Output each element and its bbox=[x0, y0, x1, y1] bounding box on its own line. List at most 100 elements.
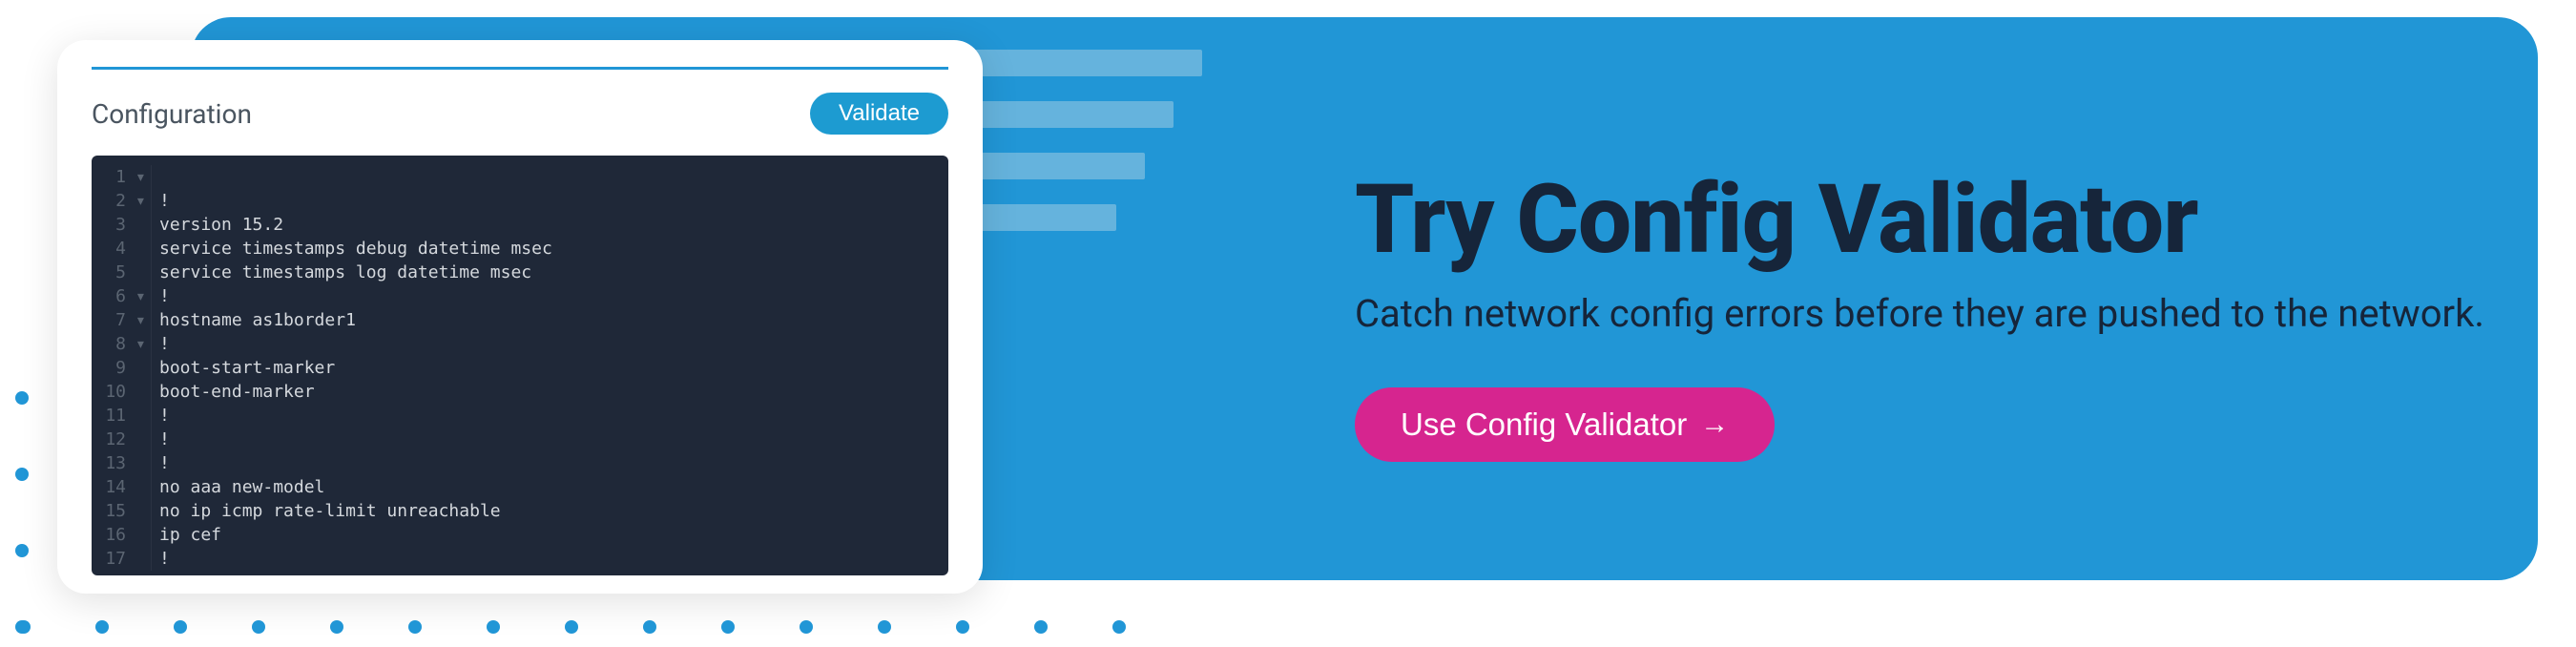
code-line[interactable]: 8▾! bbox=[92, 332, 948, 356]
fold-toggle-icon bbox=[135, 237, 151, 261]
code-text: version 15.2 bbox=[151, 213, 283, 237]
fold-toggle-icon bbox=[135, 523, 151, 547]
dot-icon bbox=[956, 620, 969, 634]
code-line[interactable]: 9 boot-start-marker bbox=[92, 356, 948, 380]
fold-toggle-icon bbox=[135, 404, 151, 428]
code-line[interactable]: 10 boot-end-marker bbox=[92, 380, 948, 404]
fold-toggle-icon[interactable]: ▾ bbox=[135, 308, 151, 332]
code-text: no aaa new-model bbox=[151, 475, 324, 499]
fold-toggle-icon bbox=[135, 213, 151, 237]
code-text: ip cef bbox=[151, 523, 221, 547]
config-editor-card: Configuration Validate 1▾2▾!3version 15.… bbox=[57, 40, 983, 594]
fold-toggle-icon[interactable]: ▾ bbox=[135, 332, 151, 356]
code-line[interactable]: 14 no aaa new-model bbox=[92, 475, 948, 499]
dot-icon bbox=[800, 620, 813, 634]
code-text: no ip icmp rate-limit unreachable bbox=[151, 499, 501, 523]
line-number: 10 bbox=[92, 380, 135, 404]
code-text: ! bbox=[151, 189, 170, 213]
use-config-validator-button[interactable]: Use Config Validator → bbox=[1355, 387, 1775, 462]
code-text: ! bbox=[151, 404, 170, 428]
line-number: 4 bbox=[92, 237, 135, 261]
dot-icon bbox=[643, 620, 656, 634]
line-number: 12 bbox=[92, 428, 135, 451]
card-header: Configuration Validate bbox=[92, 93, 948, 135]
code-line[interactable]: 2▾! bbox=[92, 189, 948, 213]
dot-icon bbox=[408, 620, 422, 634]
line-number: 15 bbox=[92, 499, 135, 523]
dot-icon bbox=[15, 544, 29, 557]
code-editor[interactable]: 1▾2▾!3version 15.24service timestamps de… bbox=[92, 156, 948, 575]
validate-button[interactable]: Validate bbox=[810, 93, 948, 135]
code-line[interactable]: 5 service timestamps log datetime msec bbox=[92, 261, 948, 284]
line-number: 8 bbox=[92, 332, 135, 356]
decorative-dots-horizontal bbox=[17, 620, 1126, 634]
fold-toggle-icon bbox=[135, 547, 151, 571]
dot-icon bbox=[1112, 620, 1126, 634]
fold-toggle-icon[interactable]: ▾ bbox=[135, 165, 151, 189]
line-number: 2 bbox=[92, 189, 135, 213]
dot-icon bbox=[1034, 620, 1048, 634]
arrow-right-icon: → bbox=[1700, 408, 1729, 441]
cta-label: Use Config Validator bbox=[1401, 407, 1687, 443]
code-line[interactable]: 4 service timestamps debug datetime msec bbox=[92, 237, 948, 261]
line-number: 5 bbox=[92, 261, 135, 284]
code-text: ! bbox=[151, 332, 170, 356]
headline: Try Config Validator bbox=[1355, 170, 2484, 270]
fold-toggle-icon bbox=[135, 261, 151, 284]
line-number: 1 bbox=[92, 165, 135, 189]
code-line[interactable]: 11! bbox=[92, 404, 948, 428]
code-text: boot-end-marker bbox=[151, 380, 315, 404]
dot-icon bbox=[174, 620, 187, 634]
line-number: 14 bbox=[92, 475, 135, 499]
fold-toggle-icon bbox=[135, 380, 151, 404]
code-text: ! bbox=[151, 451, 170, 475]
line-number: 3 bbox=[92, 213, 135, 237]
code-text: ! bbox=[151, 547, 170, 571]
fold-toggle-icon[interactable]: ▾ bbox=[135, 284, 151, 308]
code-line[interactable]: 17! bbox=[92, 547, 948, 571]
fold-toggle-icon bbox=[135, 499, 151, 523]
line-number: 13 bbox=[92, 451, 135, 475]
code-text: hostname as1border1 bbox=[151, 308, 356, 332]
dot-icon bbox=[565, 620, 578, 634]
dot-icon bbox=[721, 620, 735, 634]
code-line[interactable]: 3 version 15.2 bbox=[92, 213, 948, 237]
dot-icon bbox=[487, 620, 500, 634]
code-line[interactable]: 7▾hostname as1border1 bbox=[92, 308, 948, 332]
dot-icon bbox=[330, 620, 343, 634]
code-line[interactable]: 16 ip cef bbox=[92, 523, 948, 547]
fold-toggle-icon bbox=[135, 451, 151, 475]
dot-icon bbox=[252, 620, 265, 634]
line-number: 16 bbox=[92, 523, 135, 547]
dot-icon bbox=[17, 620, 31, 634]
code-line[interactable]: 6▾! bbox=[92, 284, 948, 308]
code-line[interactable]: 1▾ bbox=[92, 165, 948, 189]
code-line[interactable]: 15 no ip icmp rate-limit unreachable bbox=[92, 499, 948, 523]
line-number: 6 bbox=[92, 284, 135, 308]
line-number: 7 bbox=[92, 308, 135, 332]
code-text: service timestamps log datetime msec bbox=[151, 261, 531, 284]
dot-icon bbox=[15, 468, 29, 481]
code-text: ! bbox=[151, 428, 170, 451]
code-text: service timestamps debug datetime msec bbox=[151, 237, 552, 261]
code-line[interactable]: 12! bbox=[92, 428, 948, 451]
line-number: 17 bbox=[92, 547, 135, 571]
dot-icon bbox=[15, 391, 29, 405]
decorative-dots-vertical bbox=[15, 391, 29, 634]
fold-toggle-icon bbox=[135, 428, 151, 451]
line-number: 11 bbox=[92, 404, 135, 428]
banner-content: Try Config Validator Catch network confi… bbox=[1355, 170, 2484, 462]
code-line[interactable]: 13! bbox=[92, 451, 948, 475]
line-number: 9 bbox=[92, 356, 135, 380]
fold-toggle-icon[interactable]: ▾ bbox=[135, 189, 151, 213]
code-text: ! bbox=[151, 284, 170, 308]
code-text bbox=[151, 165, 159, 189]
card-top-rule bbox=[92, 67, 948, 70]
card-title: Configuration bbox=[92, 98, 252, 130]
dot-icon bbox=[878, 620, 891, 634]
dot-icon bbox=[95, 620, 109, 634]
fold-toggle-icon bbox=[135, 356, 151, 380]
fold-toggle-icon bbox=[135, 475, 151, 499]
subheadline: Catch network config errors before they … bbox=[1355, 291, 2484, 336]
code-text: boot-start-marker bbox=[151, 356, 335, 380]
